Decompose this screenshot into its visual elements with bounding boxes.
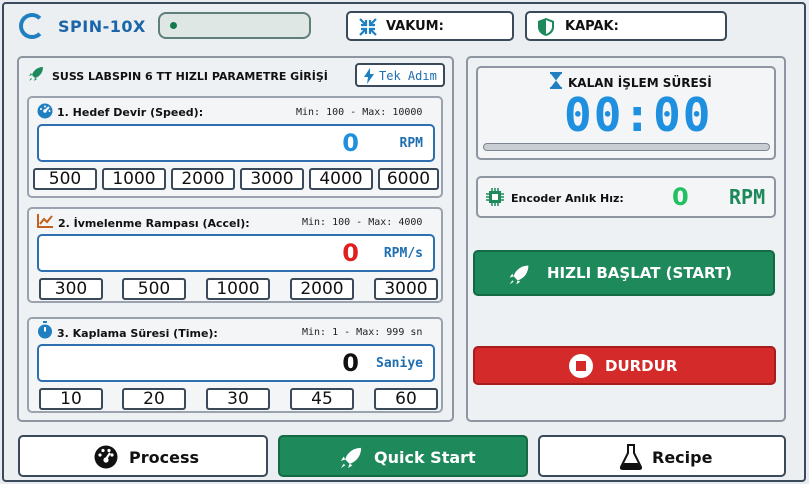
connection-status-bar <box>158 12 311 39</box>
nav-quick-start-label: Quick Start <box>374 448 476 467</box>
encoder-label: Encoder Anlık Hız: <box>511 192 624 205</box>
accel-preset-button[interactable]: 3000 <box>374 278 438 300</box>
remaining-time-display: 00:00 <box>564 88 713 142</box>
rocket-icon <box>509 265 529 285</box>
time-title: 3. Kaplama Süresi (Time): <box>57 327 218 340</box>
flask-icon <box>620 444 642 470</box>
nav-process-label: Process <box>129 448 199 467</box>
accel-preset-button[interactable]: 300 <box>39 278 103 300</box>
accel-input[interactable]: 0 RPM/s <box>37 234 435 272</box>
nav-recipe[interactable]: Recipe <box>538 435 786 477</box>
start-button[interactable]: HIZLI BAŞLAT (START) <box>473 250 775 296</box>
speed-preset-button[interactable]: 2000 <box>171 168 235 190</box>
speed-input[interactable]: 0 RPM <box>37 124 435 162</box>
speedometer-icon <box>37 103 53 119</box>
nav-recipe-label: Recipe <box>652 448 713 467</box>
speed-preset-button[interactable]: 1000 <box>102 168 166 190</box>
tek-adim-label: Tek Adım <box>379 69 437 83</box>
time-preset-button[interactable]: 10 <box>39 388 103 410</box>
accel-unit: RPM/s <box>383 246 423 261</box>
nav-process[interactable]: Process <box>18 435 268 477</box>
gauge-icon <box>94 445 118 469</box>
speed-value: 0 <box>342 129 359 157</box>
kapak-indicator: KAPAK: <box>525 11 727 41</box>
top-bar: SPIN-10X VAKUM: KAPAK: <box>10 8 800 44</box>
speed-title: 1. Hedef Devir (Speed): <box>57 106 204 119</box>
speed-unit: RPM <box>399 136 423 151</box>
remaining-progress-bar <box>483 143 770 151</box>
params-panel-title: SUSS LABSPIN 6 TT HIZLI PARAMETRE GİRİŞİ <box>52 70 328 83</box>
accel-value: 0 <box>342 239 359 267</box>
encoder-unit: RPM <box>729 185 766 209</box>
tek-adim-button[interactable]: Tek Adım <box>355 63 445 87</box>
time-unit: Saniye <box>376 356 423 371</box>
vakum-indicator: VAKUM: <box>346 11 514 41</box>
status-dot-icon <box>170 22 177 29</box>
time-input[interactable]: 0 Saniye <box>37 344 435 382</box>
accel-preset-button[interactable]: 500 <box>122 278 186 300</box>
stop-button-label: DURDUR <box>605 357 678 375</box>
time-preset-button[interactable]: 20 <box>122 388 186 410</box>
stop-button[interactable]: DURDUR <box>473 346 776 385</box>
time-preset-button[interactable]: 60 <box>374 388 438 410</box>
accel-preset-button[interactable]: 1000 <box>206 278 270 300</box>
time-preset-button[interactable]: 45 <box>290 388 354 410</box>
accel-title: 2. İvmelenme Rampası (Accel): <box>58 217 250 230</box>
speed-preset-button[interactable]: 6000 <box>378 168 439 190</box>
line-chart-icon <box>37 214 53 228</box>
hourglass-icon <box>550 72 562 89</box>
chip-icon <box>486 188 504 206</box>
speed-range: Min: 100 - Max: 10000 <box>296 107 423 118</box>
vakum-label: VAKUM: <box>386 19 444 34</box>
kapak-label: KAPAK: <box>565 19 619 34</box>
speed-preset-button[interactable]: 4000 <box>309 168 373 190</box>
lightning-icon <box>364 68 374 84</box>
start-button-label: HIZLI BAŞLAT (START) <box>547 264 732 282</box>
speed-preset-button[interactable]: 500 <box>33 168 97 190</box>
time-range: Min: 1 - Max: 999 sn <box>302 327 423 338</box>
time-value: 0 <box>342 349 359 377</box>
rocket-icon <box>340 447 362 469</box>
app-title: SPIN-10X <box>58 17 146 36</box>
stop-icon <box>569 354 593 378</box>
accel-range: Min: 100 - Max: 4000 <box>302 217 423 228</box>
shield-icon <box>538 18 554 36</box>
time-preset-button[interactable]: 30 <box>206 388 270 410</box>
speed-preset-button[interactable]: 3000 <box>240 168 304 190</box>
encoder-value: 0 <box>672 183 689 211</box>
stopwatch-icon <box>38 321 52 339</box>
logo-icon <box>19 13 45 39</box>
accel-preset-button[interactable]: 2000 <box>290 278 354 300</box>
nav-quick-start[interactable]: Quick Start <box>278 435 528 477</box>
compress-arrows-icon <box>359 18 377 36</box>
rocket-icon <box>29 67 43 81</box>
